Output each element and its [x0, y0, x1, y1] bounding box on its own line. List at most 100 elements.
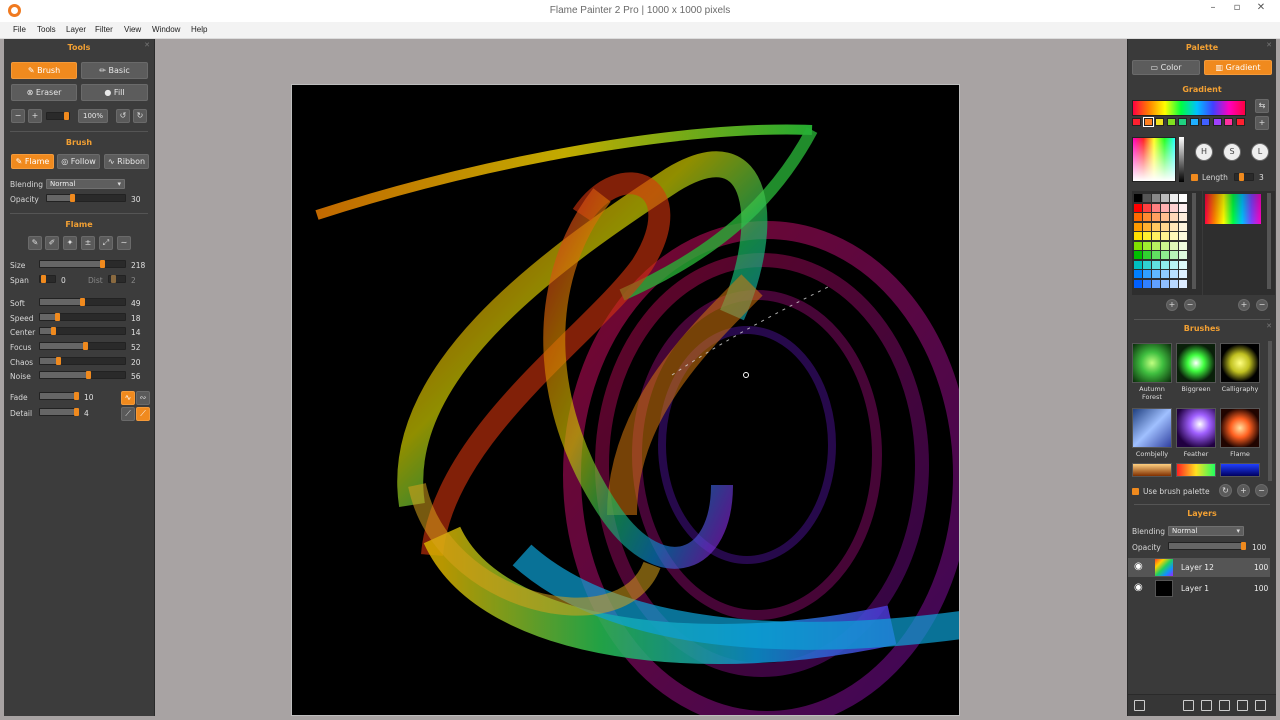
gradient-stop[interactable]: [1155, 118, 1164, 126]
gradient-add-icon[interactable]: +: [1255, 116, 1269, 130]
refresh-brush-icon[interactable]: ↻: [1219, 484, 1232, 497]
layer-opacity-slider[interactable]: [1168, 542, 1246, 550]
color-swatch[interactable]: [1143, 279, 1151, 288]
color-swatch[interactable]: [1179, 194, 1187, 202]
detail-slider[interactable]: [39, 408, 79, 416]
saturation-knob[interactable]: S: [1223, 143, 1241, 161]
chaos-slider[interactable]: [39, 357, 126, 365]
menu-window[interactable]: Window: [152, 25, 180, 34]
ribbon-mode-button[interactable]: ∿ Ribbon: [104, 154, 149, 169]
rotate-right-icon[interactable]: ↻: [133, 109, 147, 123]
color-swatch[interactable]: [1161, 203, 1169, 212]
color-swatch[interactable]: [1134, 232, 1142, 240]
add-swatch-icon[interactable]: +: [1166, 299, 1178, 311]
follow-mode-button[interactable]: ◎ Follow: [57, 154, 100, 169]
center-slider[interactable]: [39, 327, 126, 335]
menu-view[interactable]: View: [124, 25, 141, 34]
close-icon[interactable]: ✕: [1252, 2, 1270, 13]
remove-gradient-icon[interactable]: −: [1256, 299, 1268, 311]
color-swatch[interactable]: [1161, 232, 1169, 240]
color-swatch[interactable]: [1170, 241, 1178, 250]
color-swatch[interactable]: [1152, 260, 1160, 269]
color-swatch[interactable]: [1143, 203, 1151, 212]
color-swatch[interactable]: [1161, 194, 1169, 202]
basic-tool-button[interactable]: ✏ Basic: [81, 62, 148, 79]
color-swatch[interactable]: [1152, 241, 1160, 250]
color-swatch[interactable]: [1161, 251, 1169, 259]
flame-mode-button[interactable]: ✎ Flame: [11, 154, 54, 169]
maximize-icon[interactable]: ▫: [1228, 2, 1246, 13]
noise-slider[interactable]: [39, 371, 126, 379]
span-slider[interactable]: [39, 275, 56, 283]
color-swatch[interactable]: [1134, 213, 1142, 221]
brush-preset-thumbnail[interactable]: [1132, 408, 1172, 448]
color-swatch[interactable]: [1179, 213, 1187, 221]
brightness-strip[interactable]: [1179, 137, 1184, 182]
color-swatch[interactable]: [1134, 194, 1142, 202]
layer-blending-select[interactable]: Normal: [1168, 526, 1244, 536]
brush-opacity-slider[interactable]: [46, 194, 126, 202]
eye-icon[interactable]: ◉: [1134, 582, 1143, 593]
color-swatch[interactable]: [1161, 213, 1169, 221]
gradient-stop[interactable]: [1201, 118, 1210, 126]
color-swatch[interactable]: [1161, 270, 1169, 278]
gradient-tab[interactable]: ▥ Gradient: [1204, 60, 1272, 75]
color-swatch[interactable]: [1170, 222, 1178, 231]
menu-tools[interactable]: Tools: [37, 25, 56, 34]
wave-icon[interactable]: ∼: [117, 236, 131, 250]
color-swatch[interactable]: [1143, 213, 1151, 221]
use-brush-palette-checkbox[interactable]: [1132, 488, 1139, 495]
menu-layer[interactable]: Layer: [66, 25, 86, 34]
swatch-scrollbar[interactable]: [1192, 193, 1196, 289]
gradient-stop[interactable]: [1178, 118, 1187, 126]
delete-layer-icon[interactable]: [1134, 700, 1145, 711]
color-swatch[interactable]: [1179, 232, 1187, 240]
color-swatch[interactable]: [1179, 270, 1187, 278]
color-swatch[interactable]: [1143, 260, 1151, 269]
color-swatch[interactable]: [1152, 270, 1160, 278]
brush-tool-button[interactable]: ✎ Brush: [11, 62, 77, 79]
color-swatch[interactable]: [1152, 203, 1160, 212]
color-swatch[interactable]: [1170, 251, 1178, 259]
brush-pen-icon[interactable]: ✐: [45, 236, 59, 250]
lightness-knob[interactable]: L: [1251, 143, 1269, 161]
detail-curve-icon[interactable]: ⟋: [136, 407, 150, 421]
merge-layer-icon[interactable]: [1201, 700, 1212, 711]
drawing-canvas[interactable]: [291, 84, 960, 716]
color-swatch[interactable]: [1152, 232, 1160, 240]
fill-tool-button[interactable]: ● Fill: [81, 84, 148, 101]
color-swatch[interactable]: [1170, 213, 1178, 221]
color-swatch[interactable]: [1134, 251, 1142, 259]
color-swatch[interactable]: [1134, 222, 1142, 231]
gradient-stop[interactable]: [1142, 117, 1154, 127]
color-swatch[interactable]: [1152, 279, 1160, 288]
menu-filter[interactable]: Filter: [95, 25, 113, 34]
gradient-stop[interactable]: [1235, 118, 1245, 126]
color-swatch[interactable]: [1143, 241, 1151, 250]
brush-preset-thumbnail[interactable]: [1132, 343, 1172, 383]
layer-properties-icon[interactable]: [1255, 700, 1266, 711]
color-swatch[interactable]: [1179, 279, 1187, 288]
color-swatch[interactable]: [1143, 251, 1151, 259]
hue-knob[interactable]: H: [1195, 143, 1213, 161]
color-swatch[interactable]: [1170, 232, 1178, 240]
fade-slider[interactable]: [39, 392, 79, 400]
color-swatch[interactable]: [1152, 194, 1160, 202]
speed-slider[interactable]: [39, 313, 126, 321]
zoom-slider[interactable]: [46, 112, 70, 120]
color-swatch[interactable]: [1170, 270, 1178, 278]
color-swatch[interactable]: [1161, 241, 1169, 250]
color-swatch[interactable]: [1143, 194, 1151, 202]
detail-line-icon[interactable]: ⟋: [121, 407, 135, 421]
brush-preset-thumbnail[interactable]: [1176, 343, 1216, 383]
gradient-stop[interactable]: [1212, 118, 1222, 126]
color-swatch[interactable]: [1134, 270, 1142, 278]
color-swatch[interactable]: [1152, 213, 1160, 221]
add-gradient-icon[interactable]: +: [1238, 299, 1250, 311]
brush-preset-thumbnail[interactable]: [1220, 463, 1260, 477]
new-layer-icon[interactable]: [1183, 700, 1194, 711]
remove-brush-icon[interactable]: −: [1255, 484, 1268, 497]
plus-minus-icon[interactable]: ±: [81, 236, 95, 250]
gradient-stop[interactable]: [1224, 118, 1233, 126]
dist-slider[interactable]: [108, 275, 126, 283]
